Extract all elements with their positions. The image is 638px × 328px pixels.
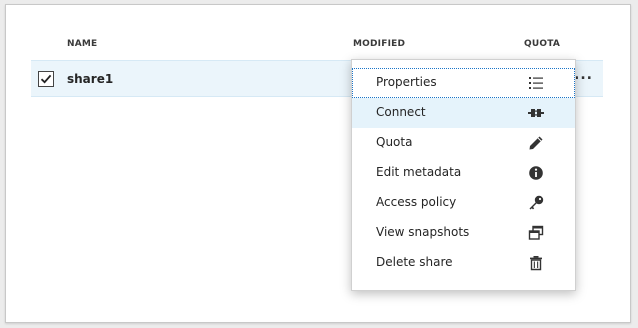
trash-icon	[530, 256, 542, 271]
menu-item-label: Connect	[376, 105, 426, 119]
column-header-quota[interactable]: QUOTA	[524, 39, 560, 49]
checkmark-icon	[40, 74, 52, 84]
column-header-modified[interactable]: MODIFIED	[353, 39, 405, 49]
menu-item-label: Access policy	[376, 195, 457, 209]
share-name: share1	[67, 72, 114, 86]
menu-item-label: Edit metadata	[376, 165, 462, 179]
file-shares-panel: NAME MODIFIED QUOTA share1 ... Propertie…	[5, 4, 631, 323]
pencil-icon	[529, 136, 543, 150]
info-icon	[529, 166, 543, 180]
column-header-name[interactable]: NAME	[67, 39, 97, 49]
menu-item-label: Delete share	[376, 255, 453, 269]
row-checkbox[interactable]	[38, 71, 54, 87]
menu-item-quota[interactable]: Quota	[352, 128, 575, 158]
list-icon	[529, 77, 543, 89]
menu-item-connect[interactable]: Connect	[352, 98, 575, 128]
menu-item-edit-metadata[interactable]: Edit metadata	[352, 158, 575, 188]
menu-item-view-snapshots[interactable]: View snapshots	[352, 218, 575, 248]
menu-item-label: View snapshots	[376, 225, 470, 239]
snapshots-icon	[528, 225, 544, 240]
context-menu: Properties Connect Quota Edit metadata A…	[351, 59, 576, 291]
menu-item-label: Quota	[376, 135, 413, 149]
connect-icon	[528, 109, 544, 117]
more-options-button[interactable]: ...	[574, 67, 593, 83]
menu-item-access-policy[interactable]: Access policy	[352, 188, 575, 218]
menu-item-label: Properties	[376, 75, 437, 89]
menu-item-properties[interactable]: Properties	[352, 68, 575, 98]
key-icon	[529, 195, 544, 210]
menu-item-delete-share[interactable]: Delete share	[352, 248, 575, 278]
